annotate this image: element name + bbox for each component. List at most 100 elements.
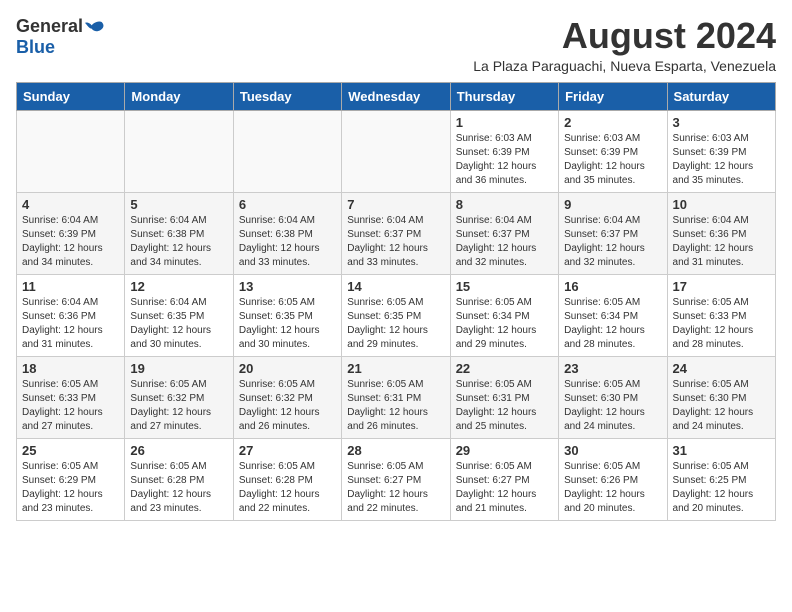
day-info: Sunrise: 6:05 AM Sunset: 6:31 PM Dayligh… (456, 378, 553, 434)
calendar-cell: 1 Sunrise: 6:03 AM Sunset: 6:39 PM Daylig… (450, 110, 558, 192)
day-number: 15 (456, 279, 553, 294)
day-number: 23 (564, 361, 661, 376)
day-info: Sunrise: 6:05 AM Sunset: 6:27 PM Dayligh… (456, 460, 553, 516)
calendar-cell: 12 Sunrise: 6:04 AM Sunset: 6:35 PM Dayli… (125, 274, 233, 356)
weekday-header-tuesday: Tuesday (233, 82, 341, 110)
day-info: Sunrise: 6:04 AM Sunset: 6:37 PM Dayligh… (564, 214, 661, 270)
calendar-cell: 14Sunrise: 6:05 AM Sunset: 6:35 PM Dayli… (342, 274, 450, 356)
month-title: August 2024 (473, 16, 776, 56)
calendar-cell: 27 Sunrise: 6:05 AM Sunset: 6:28 PM Dayli… (233, 438, 341, 520)
day-info: Sunrise: 6:05 AM Sunset: 6:28 PM Dayligh… (239, 460, 336, 516)
calendar-cell: 4Sunrise: 6:04 AM Sunset: 6:39 PM Daylig… (17, 192, 125, 274)
day-number: 17 (673, 279, 770, 294)
calendar-week-1: 1 Sunrise: 6:03 AM Sunset: 6:39 PM Daylig… (17, 110, 776, 192)
weekday-header-friday: Friday (559, 82, 667, 110)
day-info: Sunrise: 6:04 AM Sunset: 6:36 PM Dayligh… (673, 214, 770, 270)
day-number: 13 (239, 279, 336, 294)
day-number: 8 (456, 197, 553, 212)
calendar-cell: 13 Sunrise: 6:05 AM Sunset: 6:35 PM Dayli… (233, 274, 341, 356)
day-number: 2 (564, 115, 661, 130)
day-info: Sunrise: 6:04 AM Sunset: 6:36 PM Dayligh… (22, 296, 119, 352)
calendar-cell: 28Sunrise: 6:05 AM Sunset: 6:27 PM Dayli… (342, 438, 450, 520)
calendar-cell: 25Sunrise: 6:05 AM Sunset: 6:29 PM Dayli… (17, 438, 125, 520)
calendar-cell: 20Sunrise: 6:05 AM Sunset: 6:32 PM Dayli… (233, 356, 341, 438)
day-info: Sunrise: 6:05 AM Sunset: 6:30 PM Dayligh… (564, 378, 661, 434)
day-number: 3 (673, 115, 770, 130)
day-info: Sunrise: 6:03 AM Sunset: 6:39 PM Dayligh… (673, 132, 770, 188)
calendar-cell: 24 Sunrise: 6:05 AM Sunset: 6:30 PM Dayli… (667, 356, 775, 438)
page-header: General Blue August 2024 La Plaza Paragu… (16, 16, 776, 74)
day-number: 12 (130, 279, 227, 294)
logo-blue-text: Blue (16, 37, 55, 57)
weekday-header-saturday: Saturday (667, 82, 775, 110)
day-info: Sunrise: 6:05 AM Sunset: 6:34 PM Dayligh… (456, 296, 553, 352)
day-info: Sunrise: 6:05 AM Sunset: 6:26 PM Dayligh… (564, 460, 661, 516)
day-number: 7 (347, 197, 444, 212)
day-info: Sunrise: 6:04 AM Sunset: 6:35 PM Dayligh… (130, 296, 227, 352)
day-number: 31 (673, 443, 770, 458)
calendar-cell: 19 Sunrise: 6:05 AM Sunset: 6:32 PM Dayli… (125, 356, 233, 438)
day-info: Sunrise: 6:05 AM Sunset: 6:25 PM Dayligh… (673, 460, 770, 516)
calendar-cell: 23 Sunrise: 6:05 AM Sunset: 6:30 PM Dayli… (559, 356, 667, 438)
day-number: 16 (564, 279, 661, 294)
calendar-week-2: 4Sunrise: 6:04 AM Sunset: 6:39 PM Daylig… (17, 192, 776, 274)
day-info: Sunrise: 6:05 AM Sunset: 6:28 PM Dayligh… (130, 460, 227, 516)
day-number: 9 (564, 197, 661, 212)
calendar-cell: 15 Sunrise: 6:05 AM Sunset: 6:34 PM Dayli… (450, 274, 558, 356)
day-info: Sunrise: 6:05 AM Sunset: 6:33 PM Dayligh… (22, 378, 119, 434)
calendar-cell: 18 Sunrise: 6:05 AM Sunset: 6:33 PM Dayli… (17, 356, 125, 438)
day-info: Sunrise: 6:03 AM Sunset: 6:39 PM Dayligh… (456, 132, 553, 188)
calendar-cell: 21 Sunrise: 6:05 AM Sunset: 6:31 PM Dayli… (342, 356, 450, 438)
calendar-cell: 10Sunrise: 6:04 AM Sunset: 6:36 PM Dayli… (667, 192, 775, 274)
day-number: 19 (130, 361, 227, 376)
weekday-header-thursday: Thursday (450, 82, 558, 110)
calendar-cell (233, 110, 341, 192)
calendar-cell: 3 Sunrise: 6:03 AM Sunset: 6:39 PM Daylig… (667, 110, 775, 192)
calendar-cell: 16Sunrise: 6:05 AM Sunset: 6:34 PM Dayli… (559, 274, 667, 356)
day-info: Sunrise: 6:03 AM Sunset: 6:39 PM Dayligh… (564, 132, 661, 188)
calendar-cell: 6 Sunrise: 6:04 AM Sunset: 6:38 PM Daylig… (233, 192, 341, 274)
day-info: Sunrise: 6:05 AM Sunset: 6:33 PM Dayligh… (673, 296, 770, 352)
day-number: 1 (456, 115, 553, 130)
day-info: Sunrise: 6:05 AM Sunset: 6:35 PM Dayligh… (239, 296, 336, 352)
day-number: 30 (564, 443, 661, 458)
day-number: 24 (673, 361, 770, 376)
calendar-cell: 9 Sunrise: 6:04 AM Sunset: 6:37 PM Daylig… (559, 192, 667, 274)
logo-bird-icon (85, 17, 105, 37)
weekday-header-monday: Monday (125, 82, 233, 110)
calendar-cell (342, 110, 450, 192)
day-number: 5 (130, 197, 227, 212)
day-number: 21 (347, 361, 444, 376)
day-number: 20 (239, 361, 336, 376)
day-number: 4 (22, 197, 119, 212)
day-info: Sunrise: 6:04 AM Sunset: 6:37 PM Dayligh… (347, 214, 444, 270)
day-info: Sunrise: 6:05 AM Sunset: 6:29 PM Dayligh… (22, 460, 119, 516)
calendar-cell: 5Sunrise: 6:04 AM Sunset: 6:38 PM Daylig… (125, 192, 233, 274)
day-number: 27 (239, 443, 336, 458)
calendar-week-5: 25Sunrise: 6:05 AM Sunset: 6:29 PM Dayli… (17, 438, 776, 520)
logo-general-text: General (16, 16, 83, 37)
calendar-cell: 8Sunrise: 6:04 AM Sunset: 6:37 PM Daylig… (450, 192, 558, 274)
day-number: 26 (130, 443, 227, 458)
day-number: 11 (22, 279, 119, 294)
day-info: Sunrise: 6:05 AM Sunset: 6:31 PM Dayligh… (347, 378, 444, 434)
calendar-week-4: 18 Sunrise: 6:05 AM Sunset: 6:33 PM Dayli… (17, 356, 776, 438)
calendar-cell: 22Sunrise: 6:05 AM Sunset: 6:31 PM Dayli… (450, 356, 558, 438)
day-info: Sunrise: 6:05 AM Sunset: 6:32 PM Dayligh… (130, 378, 227, 434)
calendar-cell: 2 Sunrise: 6:03 AM Sunset: 6:39 PM Daylig… (559, 110, 667, 192)
day-info: Sunrise: 6:05 AM Sunset: 6:30 PM Dayligh… (673, 378, 770, 434)
day-number: 6 (239, 197, 336, 212)
calendar-cell: 29Sunrise: 6:05 AM Sunset: 6:27 PM Dayli… (450, 438, 558, 520)
calendar-cell: 26 Sunrise: 6:05 AM Sunset: 6:28 PM Dayli… (125, 438, 233, 520)
weekday-header-row: SundayMondayTuesdayWednesdayThursdayFrid… (17, 82, 776, 110)
title-section: August 2024 La Plaza Paraguachi, Nueva E… (473, 16, 776, 74)
day-number: 18 (22, 361, 119, 376)
day-info: Sunrise: 6:05 AM Sunset: 6:27 PM Dayligh… (347, 460, 444, 516)
calendar-cell: 31 Sunrise: 6:05 AM Sunset: 6:25 PM Dayli… (667, 438, 775, 520)
calendar-week-3: 11 Sunrise: 6:04 AM Sunset: 6:36 PM Dayli… (17, 274, 776, 356)
calendar-cell: 30 Sunrise: 6:05 AM Sunset: 6:26 PM Dayli… (559, 438, 667, 520)
day-info: Sunrise: 6:04 AM Sunset: 6:38 PM Dayligh… (239, 214, 336, 270)
calendar-cell: 7 Sunrise: 6:04 AM Sunset: 6:37 PM Daylig… (342, 192, 450, 274)
weekday-header-sunday: Sunday (17, 82, 125, 110)
calendar-cell (125, 110, 233, 192)
